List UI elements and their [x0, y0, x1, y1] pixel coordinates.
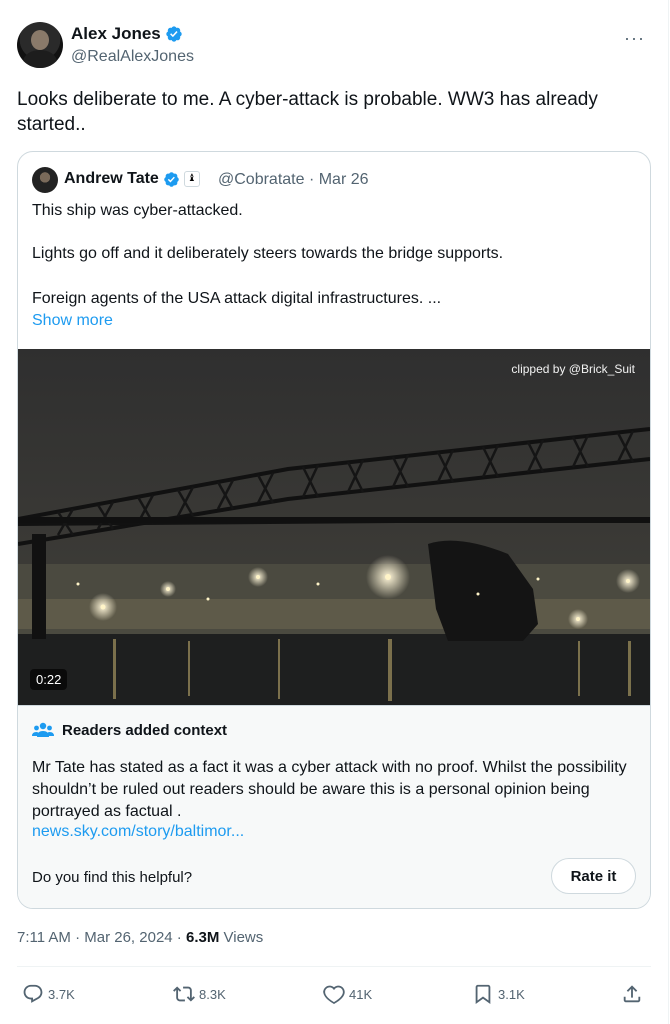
reply-button[interactable]: 3.7K — [22, 983, 75, 1005]
action-bar: 3.7K 8.3K 41K 3.1K — [17, 983, 651, 1009]
show-more-link[interactable]: Show more — [32, 312, 113, 330]
verified-badge-icon — [166, 26, 182, 42]
community-note-header: Readers added context — [32, 721, 227, 739]
share-button[interactable] — [621, 983, 643, 1005]
repost-count: 8.3K — [199, 986, 226, 1002]
community-note-title: Readers added context — [62, 721, 228, 739]
author-name[interactable]: Alex Jones — [71, 24, 183, 44]
quoted-text-line-2: Lights go off and it deliberately steers… — [32, 245, 504, 262]
people-icon — [32, 722, 54, 737]
reply-count: 3.7K — [48, 986, 75, 1002]
community-note-body: Mr Tate has stated as a fact it was a cy… — [32, 759, 627, 820]
bookmark-icon — [475, 984, 491, 1005]
quoted-author-name[interactable]: Andrew Tate ♝ — [64, 170, 200, 188]
community-note: Readers added context Mr Tate has stated… — [18, 706, 650, 908]
time-date[interactable]: 7:11 AM · Mar 26, 2024 · — [17, 929, 186, 946]
tweet-text: Looks deliberate to me. A cyber-attack i… — [17, 89, 598, 135]
video-duration: 0:22 — [30, 669, 68, 690]
clip-credit-text: clipped by @Brick_Suit — [511, 362, 635, 376]
bookmark-count: 3.1K — [498, 986, 525, 1002]
right-border — [668, 0, 669, 1024]
rate-it-button[interactable]: Rate it — [551, 858, 636, 894]
like-button[interactable]: 41K — [323, 983, 372, 1005]
views-label: Views — [219, 929, 264, 946]
actions-divider — [17, 966, 651, 967]
quoted-text-line-3: Foreign agents of the USA attack digital… — [32, 290, 442, 307]
share-icon — [623, 985, 641, 1003]
quoted-handle-date[interactable]: @Cobratate · Mar 26 — [218, 171, 369, 189]
tweet-timestamp[interactable]: 7:11 AM · Mar 26, 2024 · 6.3M Views — [17, 929, 263, 946]
author-avatar[interactable] — [17, 22, 63, 68]
bookmark-button[interactable]: 3.1K — [472, 983, 525, 1005]
repost-button[interactable]: 8.3K — [173, 983, 226, 1005]
repost-icon — [173, 986, 195, 1002]
heart-icon — [323, 985, 345, 1004]
bridge-video-frame — [18, 349, 650, 705]
author-handle[interactable]: @RealAlexJones — [71, 48, 194, 66]
like-count: 41K — [349, 986, 373, 1002]
helpful-question: Do you find this helpful? — [32, 869, 193, 886]
reply-icon — [23, 984, 43, 1003]
quoted-author-name-text[interactable]: Andrew Tate — [64, 170, 159, 188]
views-count: 6.3M — [185, 929, 220, 946]
quoted-text-line-1: This ship was cyber-attacked. — [32, 202, 243, 219]
quoted-tweet[interactable]: Andrew Tate ♝ @Cobratate · Mar 26 This s… — [17, 151, 651, 909]
community-note-source-link[interactable]: news.sky.com/story/baltimor... — [32, 823, 244, 841]
more-options-icon[interactable]: ··· — [624, 28, 645, 49]
video-player[interactable]: clipped by @Brick_Suit 0:22 — [18, 349, 650, 705]
quoted-verified-badge-icon — [164, 171, 179, 187]
quoted-author-avatar[interactable] — [32, 167, 58, 193]
author-name-text[interactable]: Alex Jones — [71, 24, 161, 44]
affiliation-badge-icon: ♝ — [183, 171, 200, 187]
